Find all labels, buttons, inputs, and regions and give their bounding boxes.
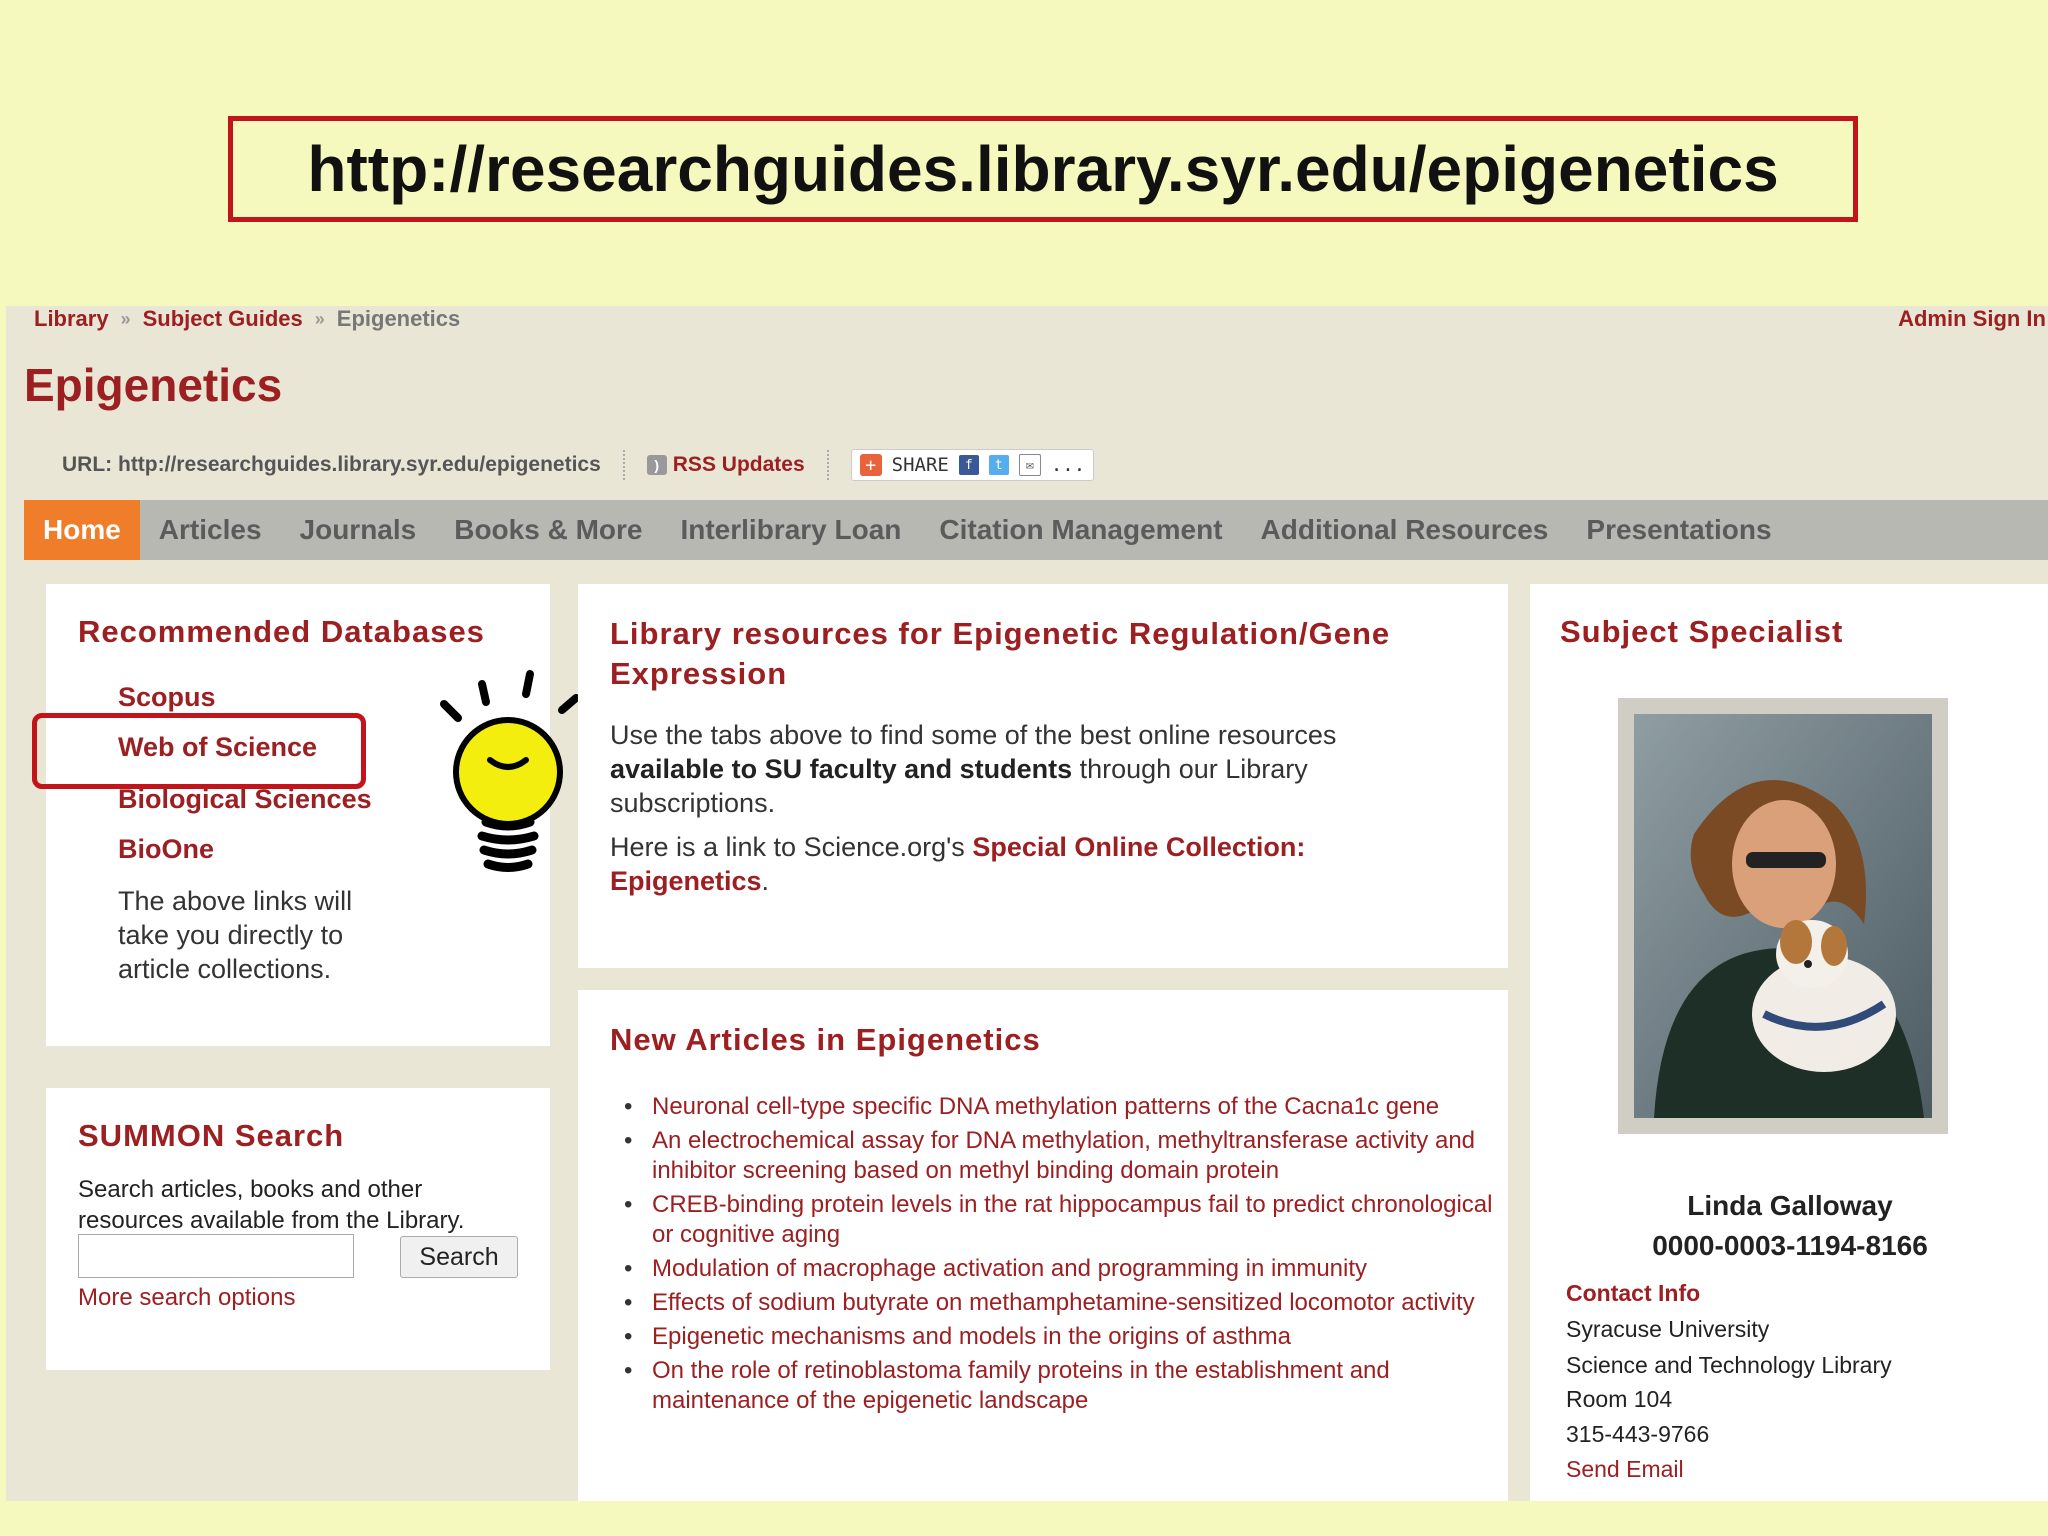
article-link[interactable]: Effects of sodium butyrate on methamphet… (624, 1288, 1512, 1318)
rss-icon: ) (646, 455, 667, 475)
lightbulb-icon (440, 670, 580, 872)
guide-url: URL: http://researchguides.library.syr.e… (62, 453, 601, 476)
search-button[interactable]: Search (400, 1236, 518, 1278)
subject-specialist-panel: Subject Specialist Linda Galloway 0000-0… (1530, 584, 2048, 1501)
panel-title: Subject Specialist (1560, 614, 1844, 649)
intro-text: Use the tabs above to find some of the b… (610, 720, 1337, 750)
url-banner: http://researchguides.library.syr.edu/ep… (228, 116, 1858, 222)
intro-bold-text: available to SU faculty and students (610, 754, 1073, 784)
contact-line: Syracuse University (1566, 1316, 1770, 1342)
more-search-options-link[interactable]: More search options (78, 1284, 295, 1312)
article-link[interactable]: Modulation of macrophage activation and … (624, 1254, 1512, 1284)
database-link-bioone[interactable]: BioOne (118, 834, 214, 865)
panel-title: New Articles in Epigenetics (610, 1022, 1041, 1057)
article-link[interactable]: CREB-binding protein levels in the rat h… (624, 1190, 1512, 1250)
rss-updates-label: RSS Updates (672, 453, 805, 476)
library-resources-panel: Library resources for Epigenetic Regulat… (578, 584, 1508, 968)
specialist-photo (1618, 698, 1948, 1134)
panel-title: SUMMON Search (78, 1118, 345, 1153)
tab-home[interactable]: Home (24, 500, 140, 560)
tab-articles[interactable]: Articles (140, 500, 281, 560)
tab-additional-resources[interactable]: Additional Resources (1242, 500, 1568, 560)
contact-line: Room 104 (1566, 1386, 1673, 1412)
breadcrumb-library[interactable]: Library (34, 306, 109, 332)
breadcrumb-separator: » (120, 308, 131, 329)
share-label: SHARE (891, 454, 949, 476)
share-more[interactable]: ... (1051, 454, 1085, 476)
divider (826, 450, 829, 480)
rss-updates-link[interactable]: ) RSS Updates (646, 453, 805, 477)
article-link[interactable]: Neuronal cell-type specific DNA methylat… (624, 1092, 1512, 1122)
twitter-icon[interactable]: t (988, 455, 1009, 475)
science-collection-paragraph: Here is a link to Science.org's Special … (610, 830, 1440, 898)
breadcrumb-separator: » (314, 308, 325, 329)
guide-meta-row: URL: http://researchguides.library.syr.e… (62, 448, 1095, 482)
send-email-link[interactable]: Send Email (1566, 1456, 1684, 1483)
summon-search-panel: SUMMON Search Search articles, books and… (46, 1088, 550, 1370)
page-title: Epigenetics (24, 359, 283, 411)
share-button[interactable]: + SHARE f t ✉ ... (850, 449, 1095, 481)
tab-interlibrary-loan[interactable]: Interlibrary Loan (661, 500, 920, 560)
contact-info-label: Contact Info (1566, 1280, 1701, 1306)
web-of-science-highlight (32, 713, 366, 789)
article-link[interactable]: An electrochemical assay for DNA methyla… (624, 1126, 1512, 1186)
email-icon[interactable]: ✉ (1018, 454, 1041, 476)
database-link-scopus[interactable]: Scopus (118, 682, 216, 713)
library-resources-intro: Use the tabs above to find some of the b… (610, 718, 1440, 820)
admin-sign-in-link[interactable]: Admin Sign In (1898, 306, 2046, 332)
guide-tabs: Home Articles Journals Books & More Inte… (24, 500, 2048, 560)
tab-citation-management[interactable]: Citation Management (920, 500, 1241, 560)
recommended-note: The above links will take you directly t… (118, 886, 353, 984)
breadcrumb: Library » Subject Guides » Epigenetics (34, 306, 460, 332)
breadcrumb-current: Epigenetics (336, 306, 461, 331)
summon-search-input[interactable] (78, 1234, 354, 1278)
summon-description: Search articles, books and other resourc… (78, 1176, 465, 1234)
tab-journals[interactable]: Journals (281, 500, 436, 560)
new-articles-panel: New Articles in Epigenetics Neuronal cel… (578, 990, 1508, 1501)
panel-title: Library resources for Epigenetic Regulat… (610, 616, 1391, 691)
specialist-name: Linda Galloway (1687, 1190, 1893, 1221)
article-link[interactable]: On the role of retinoblastoma family pro… (624, 1356, 1512, 1416)
collection-text: . (761, 866, 770, 896)
divider (622, 450, 625, 480)
collection-text: Here is a link to Science.org's (610, 832, 973, 862)
plus-icon: + (859, 454, 882, 476)
tab-presentations[interactable]: Presentations (1567, 500, 1790, 560)
specialist-orcid: 0000-0003-1194-8166 (1652, 1230, 1928, 1261)
specialist-photo-image (1634, 714, 1932, 1118)
contact-line: 315-443-9766 (1566, 1421, 1710, 1447)
recommended-databases-panel: Recommended Databases Scopus Web of Scie… (46, 584, 580, 1046)
tab-books-more[interactable]: Books & More (435, 500, 661, 560)
breadcrumb-subject-guides[interactable]: Subject Guides (143, 306, 303, 332)
article-list: Neuronal cell-type specific DNA methylat… (610, 1092, 1512, 1420)
facebook-icon[interactable]: f (958, 455, 979, 475)
article-link[interactable]: Epigenetic mechanisms and models in the … (624, 1322, 1512, 1352)
panel-title: Recommended Databases (78, 614, 485, 649)
contact-line: Science and Technology Library (1566, 1352, 1892, 1378)
research-guide-screenshot: Library » Subject Guides » Epigenetics A… (6, 306, 2048, 1501)
